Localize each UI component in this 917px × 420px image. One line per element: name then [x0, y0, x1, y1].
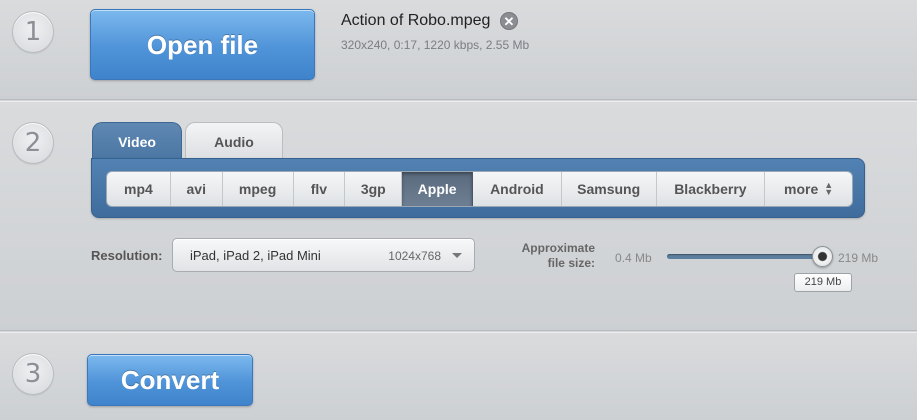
step-1-badge: 1	[12, 11, 54, 53]
file-info: 320x240, 0:17, 1220 kbps, 2.55 Mb	[341, 38, 530, 52]
approx-size-label-line2: file size:	[547, 256, 595, 270]
format-samsung[interactable]: Samsung	[562, 172, 657, 206]
format-more-label: more	[784, 181, 819, 197]
file-size-slider-thumb[interactable]	[812, 246, 833, 267]
file-size-tooltip: 219 Mb	[794, 273, 852, 292]
file-name: Action of Robo.mpeg	[341, 12, 491, 29]
step-3-badge: 3	[12, 353, 54, 395]
step-2-badge: 2	[12, 122, 54, 164]
resolution-select[interactable]: iPad, iPad 2, iPad Mini 1024x768	[172, 238, 475, 272]
format-mpeg[interactable]: mpeg	[223, 172, 294, 206]
format-android[interactable]: Android	[473, 172, 562, 206]
remove-file-icon[interactable]: ✕	[500, 12, 518, 30]
format-more[interactable]: more ▲ ▼	[765, 172, 852, 206]
format-bar: mp4 avi mpeg flv 3gp Apple Android Samsu…	[106, 171, 853, 207]
format-3gp[interactable]: 3gp	[345, 172, 403, 206]
tab-audio[interactable]: Audio	[185, 122, 283, 159]
approx-size-label: Approximate file size:	[505, 241, 595, 271]
format-apple[interactable]: Apple	[402, 172, 474, 206]
approx-size-label-line1: Approximate	[521, 241, 595, 255]
open-file-button[interactable]: Open file	[90, 9, 315, 80]
up-down-arrows-icon: ▲ ▼	[824, 180, 834, 197]
tab-video[interactable]: Video	[92, 122, 182, 160]
video-tab-panel: mp4 avi mpeg flv 3gp Apple Android Samsu…	[91, 158, 865, 218]
size-max-label: 219 Mb	[838, 251, 879, 265]
format-mp4[interactable]: mp4	[107, 172, 171, 206]
size-min-label: 0.4 Mb	[615, 251, 652, 265]
convert-button[interactable]: Convert	[87, 354, 253, 406]
format-blackberry[interactable]: Blackberry	[657, 172, 766, 206]
resolution-value: iPad, iPad 2, iPad Mini	[190, 248, 321, 263]
chevron-down-icon	[452, 253, 462, 258]
format-avi[interactable]: avi	[171, 172, 223, 206]
resolution-label: Resolution:	[91, 248, 163, 263]
file-size-slider-track[interactable]	[667, 254, 825, 259]
resolution-dims: 1024x768	[388, 249, 441, 263]
format-flv[interactable]: flv	[294, 172, 346, 206]
